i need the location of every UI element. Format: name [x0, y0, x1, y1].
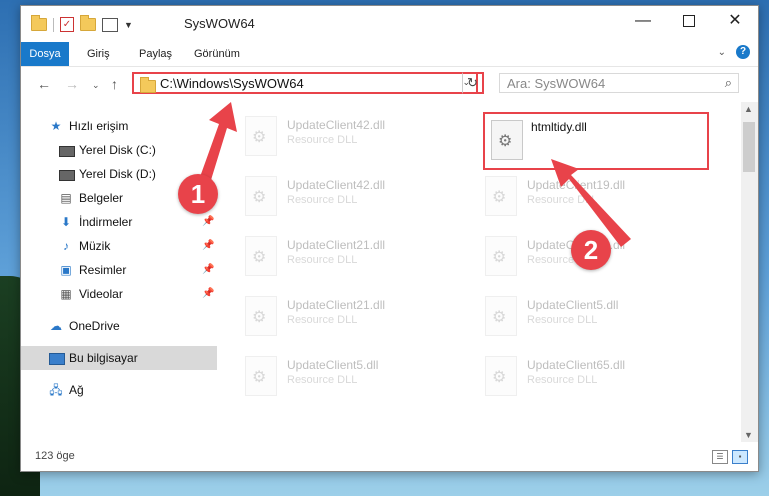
sidebar-item-videos[interactable]: ▦ Videolar 📌: [21, 282, 217, 306]
address-bar[interactable]: C:\Windows\SysWOW64 ⌄: [132, 72, 478, 94]
dll-file-icon: [245, 356, 277, 396]
up-arrow-icon[interactable]: ↑: [111, 76, 118, 92]
close-button[interactable]: ✕: [712, 6, 758, 38]
dll-file-icon: [485, 176, 517, 216]
network-icon: 🖧: [49, 383, 63, 397]
details-view-icon[interactable]: ☰: [712, 450, 728, 464]
sidebar-item-music[interactable]: ♪ Müzik 📌: [21, 234, 217, 258]
help-icon[interactable]: ?: [736, 45, 750, 59]
drive-icon: [59, 170, 75, 181]
navigation-bar: ← → ⌄ ↑ C:\Windows\SysWOW64 ⌄ ↻ Ara: Sys…: [21, 67, 758, 101]
pin-icon: 📌: [202, 240, 215, 251]
title-bar: ✓ ▼ SysWOW64 — ✕: [21, 6, 758, 42]
file-item[interactable]: UpdateClient5.dll Resource DLL: [481, 292, 711, 344]
dll-file-icon: [491, 120, 523, 160]
scroll-down-icon[interactable]: ▼: [744, 430, 753, 440]
videos-icon: ▦: [60, 287, 72, 301]
file-item[interactable]: UpdateClient5.dll Resource DLL: [241, 352, 471, 404]
search-icon: ⌕: [724, 75, 732, 90]
maximize-button[interactable]: [666, 6, 712, 38]
minimize-button[interactable]: —: [620, 6, 666, 38]
step-badge-1: 1: [178, 174, 218, 214]
expand-ribbon-icon[interactable]: ⌄: [718, 47, 726, 58]
sidebar-item-this-pc[interactable]: Bu bilgisayar: [21, 346, 217, 370]
status-bar: 123 öge ☰ ▪: [21, 443, 758, 470]
sidebar-item-network[interactable]: 🖧 Ağ: [21, 378, 217, 402]
address-folder-icon: [140, 77, 156, 93]
dll-file-icon: [245, 236, 277, 276]
refresh-icon[interactable]: ↻: [462, 72, 484, 94]
ribbon-tabs: Dosya Giriş Paylaş Görünüm ⌄ ?: [21, 42, 758, 67]
documents-icon: ▤: [60, 191, 72, 205]
sidebar-item-pictures[interactable]: ▣ Resimler 📌: [21, 258, 217, 282]
tab-paylas[interactable]: Paylaş: [131, 42, 180, 66]
file-list: UpdateClient42.dll Resource DLL htmltidy…: [178, 102, 736, 442]
dll-file-icon: [485, 236, 517, 276]
recent-locations-icon[interactable]: ⌄: [92, 80, 100, 91]
pictures-icon: ▣: [60, 263, 72, 277]
address-path: C:\Windows\SysWOW64: [160, 76, 304, 91]
dropdown-icon[interactable]: ▼: [124, 20, 133, 30]
drive-icon: [59, 146, 75, 157]
star-icon: ★: [50, 119, 62, 133]
file-item[interactable]: UpdateClient65.dll Resource DLL: [481, 352, 711, 404]
dll-file-icon: [485, 356, 517, 396]
quick-access-toolbar: ✓ ▼: [31, 15, 133, 32]
window-title: SysWOW64: [184, 16, 255, 31]
search-placeholder: Ara: SysWOW64: [507, 76, 606, 91]
music-icon: ♪: [63, 239, 69, 253]
large-icons-view-icon[interactable]: ▪: [732, 450, 748, 464]
file-item[interactable]: UpdateClient21.dll Resource DLL: [241, 232, 471, 284]
properties-check-icon[interactable]: ✓: [60, 17, 74, 32]
customize-icon[interactable]: [102, 17, 118, 32]
scroll-thumb[interactable]: [743, 122, 755, 172]
back-arrow-icon[interactable]: ←: [37, 76, 51, 92]
pin-icon: 📌: [202, 264, 215, 275]
item-count: 123 öge: [35, 450, 75, 462]
step-badge-2: 2: [571, 230, 611, 270]
tab-gorunum[interactable]: Görünüm: [186, 42, 248, 66]
explorer-window: ✓ ▼ SysWOW64 — ✕ Dosya Giriş Paylaş Görü…: [20, 5, 759, 472]
file-item[interactable]: UpdateClient21.dll Resource DLL: [241, 292, 471, 344]
search-input[interactable]: Ara: SysWOW64 ⌕: [499, 73, 739, 93]
computer-icon: [49, 353, 65, 365]
scroll-up-icon[interactable]: ▲: [744, 104, 753, 114]
dll-file-icon: [245, 296, 277, 336]
forward-arrow-icon[interactable]: →: [65, 76, 79, 92]
folder-icon: [31, 15, 47, 31]
cloud-icon: ☁: [50, 319, 62, 333]
sidebar-item-onedrive[interactable]: ☁ OneDrive: [21, 314, 217, 338]
pin-icon: 📌: [202, 288, 215, 299]
vertical-scrollbar[interactable]: ▲ ▼: [741, 102, 758, 442]
dll-file-icon: [485, 296, 517, 336]
new-folder-icon[interactable]: [80, 15, 96, 31]
tab-dosya[interactable]: Dosya: [21, 42, 69, 66]
tab-giris[interactable]: Giriş: [79, 42, 118, 66]
download-icon: ⬇: [60, 215, 72, 229]
